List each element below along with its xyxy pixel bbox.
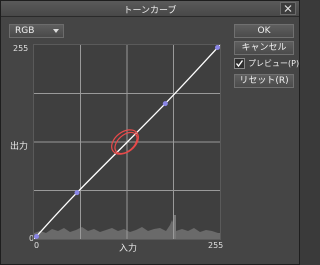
curve-control-point[interactable]	[162, 101, 168, 107]
curve-control-point[interactable]	[34, 234, 39, 239]
reset-button[interactable]: リセット(R)	[234, 74, 294, 88]
preview-checkbox-row[interactable]: プレビュー(P)	[234, 57, 300, 71]
channel-select[interactable]: RGB	[9, 24, 64, 38]
curve-canvas[interactable]	[34, 45, 220, 239]
ok-button[interactable]: OK	[234, 24, 294, 38]
x-min-label: 0	[34, 241, 40, 250]
close-icon	[284, 5, 292, 12]
y-max-label: 255	[13, 44, 29, 53]
preview-checkbox[interactable]	[234, 58, 245, 69]
check-icon	[235, 60, 244, 68]
histogram-peak	[174, 215, 176, 239]
y-axis-label: 出力	[10, 142, 29, 152]
tone-curve-graph[interactable]	[33, 44, 221, 240]
x-axis-label: 入力	[119, 244, 138, 254]
curve-control-point[interactable]	[215, 45, 220, 50]
channel-value: RGB	[15, 26, 35, 36]
preview-label: プレビュー(P)	[248, 59, 300, 68]
curve-control-point[interactable]	[74, 190, 80, 196]
close-button[interactable]	[280, 2, 296, 15]
x-max-label: 255	[208, 241, 224, 250]
cancel-button[interactable]: キャンセル	[234, 41, 294, 55]
tone-curve-dialog: トーンカーブ RGB 255 出力 0 0 入力 255 OK キャンセル プレ…	[0, 0, 300, 265]
title-bar[interactable]: トーンカーブ	[1, 1, 299, 17]
dialog-title: トーンカーブ	[123, 6, 177, 16]
chevron-down-icon	[53, 29, 59, 33]
